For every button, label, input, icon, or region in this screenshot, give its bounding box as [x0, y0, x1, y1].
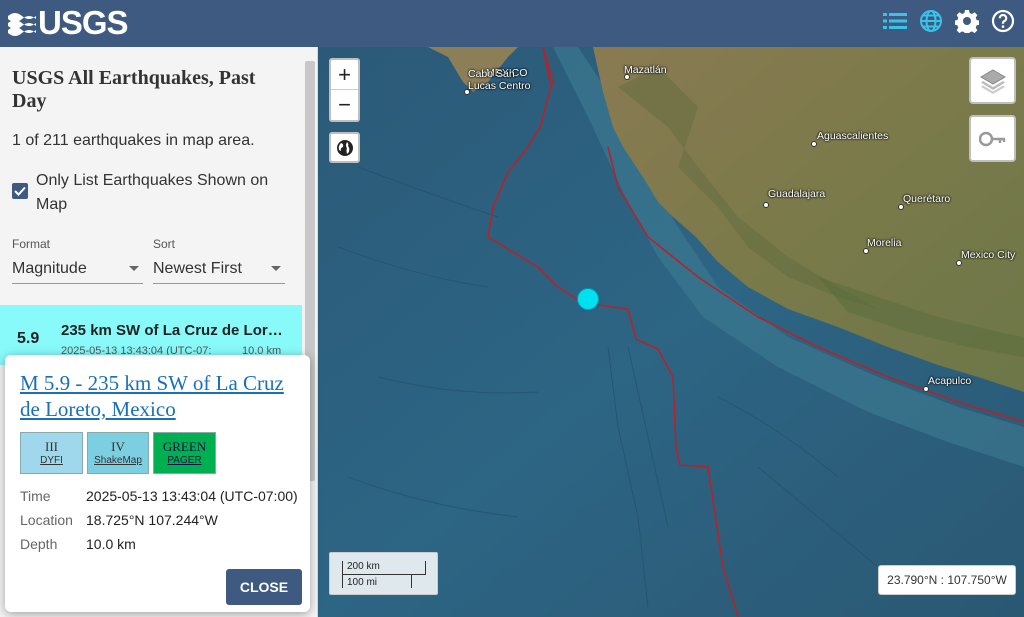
pager-label[interactable]: PAGER	[167, 454, 201, 467]
city-label-morelia: Morelia	[867, 237, 902, 249]
city-label-mexico-city: Mexico City	[961, 249, 1016, 261]
city-label-acapulco: Acapulco	[928, 375, 972, 387]
checkbox-checked-icon[interactable]	[12, 183, 28, 199]
key-icon	[978, 131, 1005, 146]
caret-down-icon[interactable]	[271, 266, 281, 271]
earthquake-magnitude: 5.9	[17, 330, 40, 347]
location-value: 18.725°N 107.244°W	[86, 512, 218, 528]
help-icon[interactable]	[990, 8, 1016, 34]
earthquake-count: 1 of 211 earthquakes in map area.	[12, 132, 255, 149]
earthquake-details: Time 2025-05-13 13:43:04 (UTC-07:00) Loc…	[20, 488, 298, 560]
earthquake-title-link[interactable]: M 5.9 - 235 km SW of La Cruz de Loreto, …	[20, 370, 300, 422]
dyfi-value: III	[45, 439, 58, 454]
map-scale: 200 km 100 mi	[329, 552, 438, 595]
earthquake-place: 235 km SW of La Cruz de Loreto, Mexico	[61, 322, 286, 339]
usgs-logo[interactable]: USGS	[6, 4, 129, 41]
format-select[interactable]: Format Magnitude	[12, 237, 143, 284]
depth-label: Depth	[20, 536, 58, 552]
zoom-in-button[interactable]: +	[331, 60, 358, 90]
shakemap-value: IV	[111, 439, 125, 454]
cursor-coordinates: 23.790°N : 107.750°W	[878, 565, 1016, 595]
time-label: Time	[20, 488, 51, 504]
format-value[interactable]: Magnitude	[12, 260, 87, 278]
location-label: Location	[20, 512, 73, 528]
zoom-out-button[interactable]: −	[331, 90, 358, 120]
close-button[interactable]: CLOSE	[226, 569, 302, 605]
caret-down-icon[interactable]	[129, 266, 139, 271]
city-label-cabo: Cabo San Lucas Centro	[468, 68, 531, 92]
earthquake-marker[interactable]	[577, 288, 599, 310]
sort-value[interactable]: Newest First	[153, 260, 242, 278]
zoom-control: + −	[329, 58, 360, 122]
app-header: USGS	[0, 0, 1024, 47]
gear-icon[interactable]	[954, 8, 980, 34]
earthquake-popup: M 5.9 - 235 km SW of La Cruz de Loreto, …	[5, 355, 310, 612]
legend-button[interactable]	[969, 115, 1016, 162]
list-title: USGS All Earthquakes, Past Day	[12, 67, 256, 112]
dyfi-label[interactable]: DYFI	[40, 454, 63, 467]
city-label-queretaro: Querétaro	[903, 193, 951, 205]
checkbox-label[interactable]: Only List Earthquakes Shown on Map	[36, 169, 282, 217]
pager-value: GREEN	[162, 439, 207, 454]
city-label-guadalajara: Guadalajara	[768, 188, 826, 200]
globe-icon[interactable]	[918, 8, 944, 34]
map-basemap	[318, 47, 1024, 617]
layers-button[interactable]	[969, 57, 1016, 104]
shakemap-badge[interactable]: IV ShakeMap	[87, 432, 149, 474]
time-value: 2025-05-13 13:43:04 (UTC-07:00)	[86, 488, 298, 504]
layers-icon	[979, 68, 1006, 94]
world-view-button[interactable]	[329, 132, 360, 163]
pager-badge[interactable]: GREEN PAGER	[153, 432, 216, 474]
city-label-aguascalientes: Aguascalientes	[817, 130, 889, 142]
shakemap-label[interactable]: ShakeMap	[94, 454, 142, 467]
scale-mi: 100 mi	[342, 574, 412, 588]
list-icon[interactable]	[882, 8, 908, 34]
sort-select[interactable]: Sort Newest First	[153, 237, 285, 284]
depth-value: 10.0 km	[86, 536, 136, 552]
logo-text: USGS	[38, 4, 129, 41]
sort-label: Sort	[153, 237, 176, 251]
scale-km: 200 km	[342, 561, 426, 575]
globe-icon	[336, 139, 353, 156]
format-label: Format	[12, 237, 51, 251]
map-area[interactable]: MEXICO Cabo San Lucas Centro Mazatlán Ag…	[318, 47, 1024, 617]
city-label-mazatlan: Mazatlán	[624, 64, 667, 76]
dyfi-badge[interactable]: III DYFI	[20, 432, 83, 474]
usgs-wave-icon	[8, 13, 36, 36]
only-shown-on-map-option[interactable]: Only List Earthquakes Shown on Map	[12, 169, 282, 217]
city-dot	[763, 202, 769, 208]
